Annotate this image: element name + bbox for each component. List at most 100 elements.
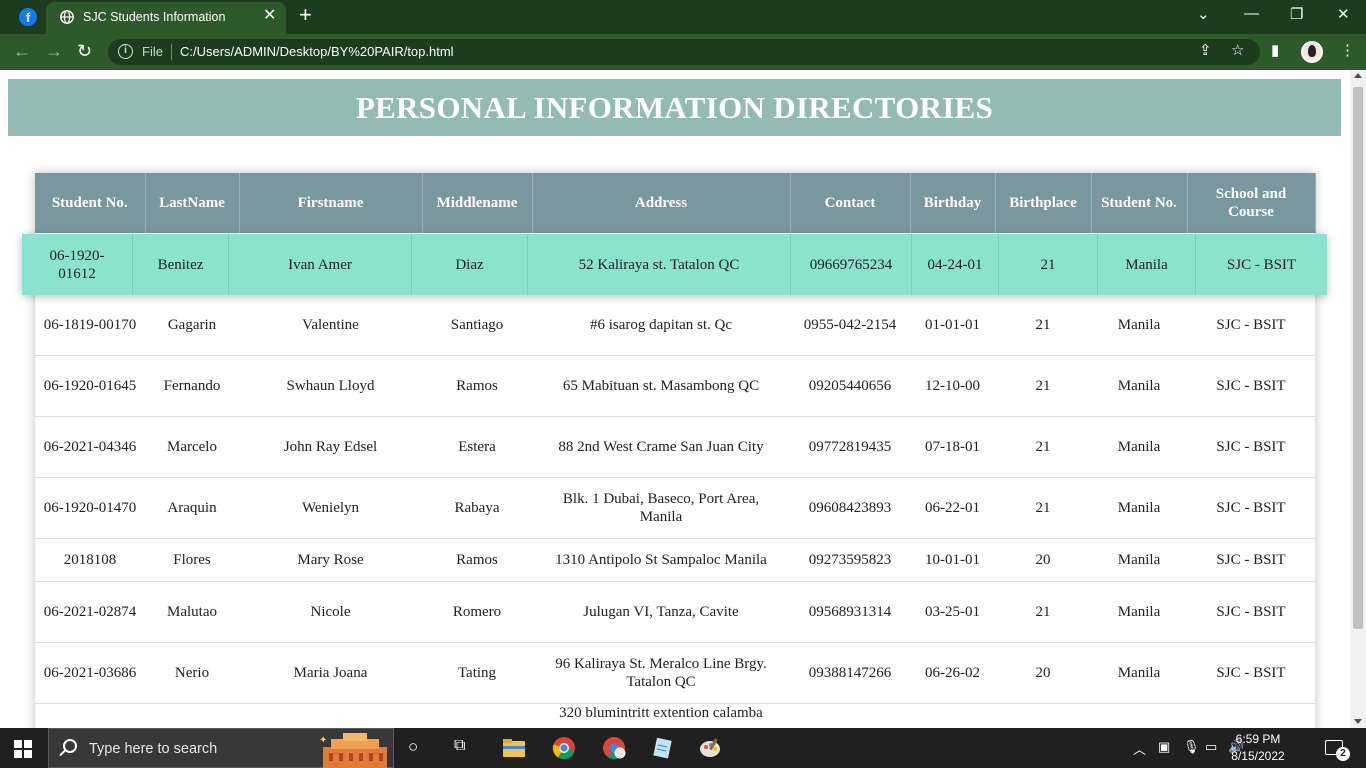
device-icon[interactable]: ▣: [1158, 739, 1170, 755]
cell-student-no-2: Manila: [1091, 294, 1187, 356]
restore-button[interactable]: ❐: [1290, 5, 1303, 23]
table-row[interactable]: 06-2021-04346 Marcelo John Ray Edsel Estera…: [35, 416, 1315, 478]
column-header-address: Address: [532, 173, 791, 233]
globe-icon: [60, 10, 74, 24]
table-row[interactable]: 06-2021-02874 Malutao Nicole Romero Julugan …: [35, 581, 1315, 643]
table-row[interactable]: 06-1819-00170 Gagarin Valentine Santiago #6 …: [35, 294, 1315, 356]
tray-overflow-chevron-icon[interactable]: ︿: [1133, 739, 1146, 758]
cell-firstname: Mary Rose: [239, 538, 422, 582]
cell-school-course: SJC - BSIT: [1187, 581, 1315, 643]
forward-button[interactable]: →: [45, 41, 63, 61]
cell-contact: 09608423893: [790, 477, 910, 539]
notepad-icon[interactable]: [650, 736, 674, 760]
cell-lastname: Flores: [145, 538, 239, 582]
cell-firstname: Nicole: [239, 581, 422, 643]
new-tab-button[interactable]: +: [299, 4, 312, 26]
cell-middlename: Tating: [422, 642, 532, 704]
column-header-school-course: School and Course: [1187, 173, 1316, 233]
profile-avatar[interactable]: [1301, 41, 1323, 63]
cell-birthplace: 21: [995, 416, 1091, 478]
cell-birthday: 06-26-02: [910, 642, 995, 704]
cell-student-no: 06-2021-04346: [35, 416, 145, 478]
table-row[interactable]: 06-2021-03686 Nerio Maria Joana Tating 96 Ka…: [35, 642, 1315, 704]
cell-student-no: 06-1920-01470: [35, 477, 145, 539]
cell-school-course: SJC - BSIT: [1187, 294, 1315, 356]
microphone-icon[interactable]: 🎙: [1183, 739, 1200, 755]
cell-student-no: 06-1819-00170: [35, 294, 145, 356]
cell-address: 1310 Antipolo St Sampaloc Manila: [532, 538, 790, 582]
cell-firstname: Wenielyn: [239, 477, 422, 539]
highlighted-cell-birthday: 04-24-01: [912, 234, 999, 295]
table-header-row: Student No. LastName Firstname Middlename Ad…: [35, 173, 1316, 233]
cell-address: Blk. 1 Dubai, Baseco, Port Area, Manila: [532, 477, 790, 539]
cell-student-no-2: Manila: [1091, 538, 1187, 582]
column-header-student-no: Student No.: [35, 173, 146, 233]
file-explorer-icon[interactable]: [502, 736, 526, 760]
table-row[interactable]: 06-1920-01470 Araquin Wenielyn Rabaya Blk. 1…: [35, 477, 1315, 539]
highlighted-cell-address: 52 Kaliraya st. Tatalon QC: [528, 234, 791, 295]
cell-school-course: SJC - BSIT: [1187, 477, 1315, 539]
search-placeholder: Type here to search: [89, 741, 218, 757]
windows-start-icon[interactable]: [14, 740, 32, 758]
column-header-student-no-2: Student No.: [1091, 173, 1188, 233]
cell-address: 320 blumintritt extention calamba: [532, 703, 790, 728]
page-scrollbar[interactable]: [1350, 70, 1366, 728]
browser-tab-active[interactable]: SJC Students Information ✕: [46, 2, 286, 34]
cell-firstname: [239, 703, 422, 728]
column-header-birthday: Birthday: [910, 173, 996, 233]
bookmark-star-icon[interactable]: ☆: [1231, 42, 1244, 60]
tab-search-chevron-icon[interactable]: ⌄: [1197, 5, 1210, 23]
reload-button[interactable]: ↻: [77, 41, 92, 61]
side-panel-icon[interactable]: ▮: [1271, 42, 1279, 60]
task-view-icon[interactable]: ⧉: [454, 737, 465, 755]
cell-contact: 09568931314: [790, 581, 910, 643]
facebook-tab-icon[interactable]: f: [19, 8, 37, 26]
taskbar-clock[interactable]: 6:59 PM 8/15/2022: [1228, 731, 1288, 765]
menu-kebab-icon[interactable]: ⋮: [1340, 42, 1355, 60]
notification-count-badge: 2: [1336, 747, 1350, 761]
search-highlight-palace-icon: ✦: [319, 733, 387, 768]
minimize-button[interactable]: —: [1244, 5, 1259, 22]
scroll-up-arrow-icon[interactable]: [1354, 73, 1362, 78]
cell-birthday: 12-10-00: [910, 355, 995, 417]
column-header-middlename: Middlename: [422, 173, 533, 233]
cell-student-no-2: Manila: [1091, 355, 1187, 417]
omnibox-divider: [171, 44, 172, 60]
taskbar-search-box[interactable]: Type here to search ✦: [48, 728, 394, 768]
paint-icon[interactable]: [698, 736, 722, 760]
highlighted-cell-birthplace: 21: [999, 234, 1098, 295]
tab-close-icon[interactable]: ✕: [263, 8, 276, 24]
table-body: 06-1819-00170 Gagarin Valentine Santiago #6 …: [35, 233, 1315, 728]
cell-student-no-2: Manila: [1091, 477, 1187, 539]
cell-birthday: 03-25-01: [910, 581, 995, 643]
share-icon[interactable]: ⇪: [1199, 42, 1212, 60]
cell-lastname: Marcelo: [145, 416, 239, 478]
cell-lastname: Araquin: [145, 477, 239, 539]
cortana-circle-icon[interactable]: ○: [408, 737, 418, 757]
table-row[interactable]: 06-1920-01645 Fernando Swhaun Lloyd Ramos 65…: [35, 355, 1315, 417]
scroll-down-arrow-icon[interactable]: [1354, 719, 1362, 724]
table-row[interactable]: 2018108 Flores Mary Rose Ramos 1310 Antipolo…: [35, 538, 1315, 582]
column-header-firstname: Firstname: [239, 173, 423, 233]
cell-birthday: 01-01-01: [910, 294, 995, 356]
address-bar[interactable]: i File C:/Users/ADMIN/Desktop/BY%20PAIR/…: [108, 39, 1260, 65]
scrollbar-thumb[interactable]: [1353, 87, 1363, 629]
highlighted-cell-firstname: Ivan Amer: [229, 234, 412, 295]
highlighted-cell-contact: 09669765234: [791, 234, 912, 295]
cell-birthplace: [995, 703, 1091, 728]
close-window-button[interactable]: ✕: [1337, 5, 1350, 23]
url-text[interactable]: C:/Users/ADMIN/Desktop/BY%20PAIR/top.htm…: [180, 44, 454, 59]
battery-icon[interactable]: ▭: [1205, 739, 1217, 755]
back-button[interactable]: ←: [13, 41, 31, 61]
chrome-icon[interactable]: [552, 736, 576, 760]
highlighted-cell-student-no-2: Manila: [1098, 234, 1196, 295]
cell-address: 65 Mabituan st. Masambong QC: [532, 355, 790, 417]
highlighted-table-row[interactable]: 06-1920-01612 Benitez Ivan Amer Diaz 52 Kali…: [22, 234, 1327, 295]
cell-address: #6 isarog dapitan st. Qc: [532, 294, 790, 356]
cell-contact: 09205440656: [790, 355, 910, 417]
chrome-profile-icon[interactable]: [602, 736, 626, 760]
table-row[interactable]: 320 blumintritt extention calamba: [35, 703, 1315, 728]
site-info-icon[interactable]: i: [118, 44, 133, 59]
cell-contact: 0955-042-2154: [790, 294, 910, 356]
cell-birthday: 07-18-01: [910, 416, 995, 478]
